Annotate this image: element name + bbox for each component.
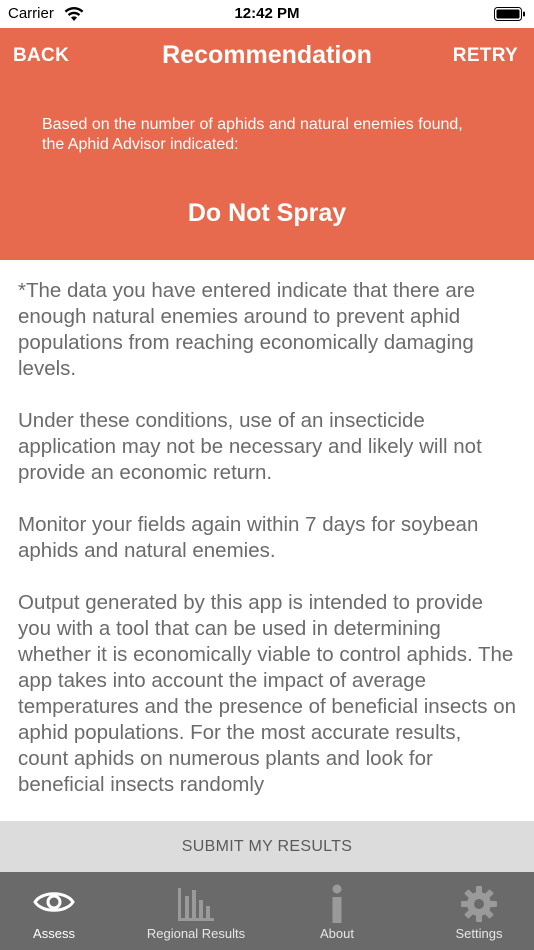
tab-about[interactable]: About bbox=[285, 872, 389, 950]
tab-regional-results[interactable]: Regional Results bbox=[128, 872, 264, 950]
tab-bar: Assess Regional Results About Settings bbox=[0, 872, 534, 950]
details-paragraph: Monitor your fields again within 7 days … bbox=[18, 513, 479, 562]
header-pointer-arrow bbox=[246, 231, 288, 251]
recommendation-details[interactable]: *The data you have entered indicate that… bbox=[0, 278, 534, 821]
tab-label: Settings bbox=[455, 926, 503, 941]
battery-icon bbox=[494, 7, 525, 21]
status-time: 12:42 PM bbox=[234, 5, 300, 22]
gear-icon bbox=[461, 886, 497, 922]
retry-button[interactable]: RETRY bbox=[453, 45, 518, 67]
details-paragraph: Under these conditions, use of an insect… bbox=[18, 409, 482, 484]
recommendation-result: Do Not Spray bbox=[187, 199, 347, 227]
tab-assess[interactable]: Assess bbox=[0, 872, 108, 950]
tab-label: About bbox=[320, 926, 354, 941]
details-paragraph: *The data you have entered indicate that… bbox=[18, 279, 476, 380]
submit-results-button[interactable]: SUBMIT MY RESULTS bbox=[0, 821, 534, 872]
tab-settings[interactable]: Settings bbox=[426, 872, 532, 950]
eye-icon bbox=[33, 892, 75, 912]
info-icon bbox=[332, 884, 342, 923]
recommendation-header: BACK Recommendation RETRY Based on the n… bbox=[0, 28, 534, 260]
status-bar: Carrier 12:42 PM bbox=[0, 0, 534, 28]
bar-chart-icon bbox=[178, 888, 214, 921]
details-paragraph: Output generated by this app is intended… bbox=[18, 591, 516, 796]
recommendation-intro: Based on the number of aphids and natura… bbox=[42, 116, 463, 153]
tab-label: Regional Results bbox=[146, 926, 246, 941]
tab-label: Assess bbox=[33, 926, 75, 941]
